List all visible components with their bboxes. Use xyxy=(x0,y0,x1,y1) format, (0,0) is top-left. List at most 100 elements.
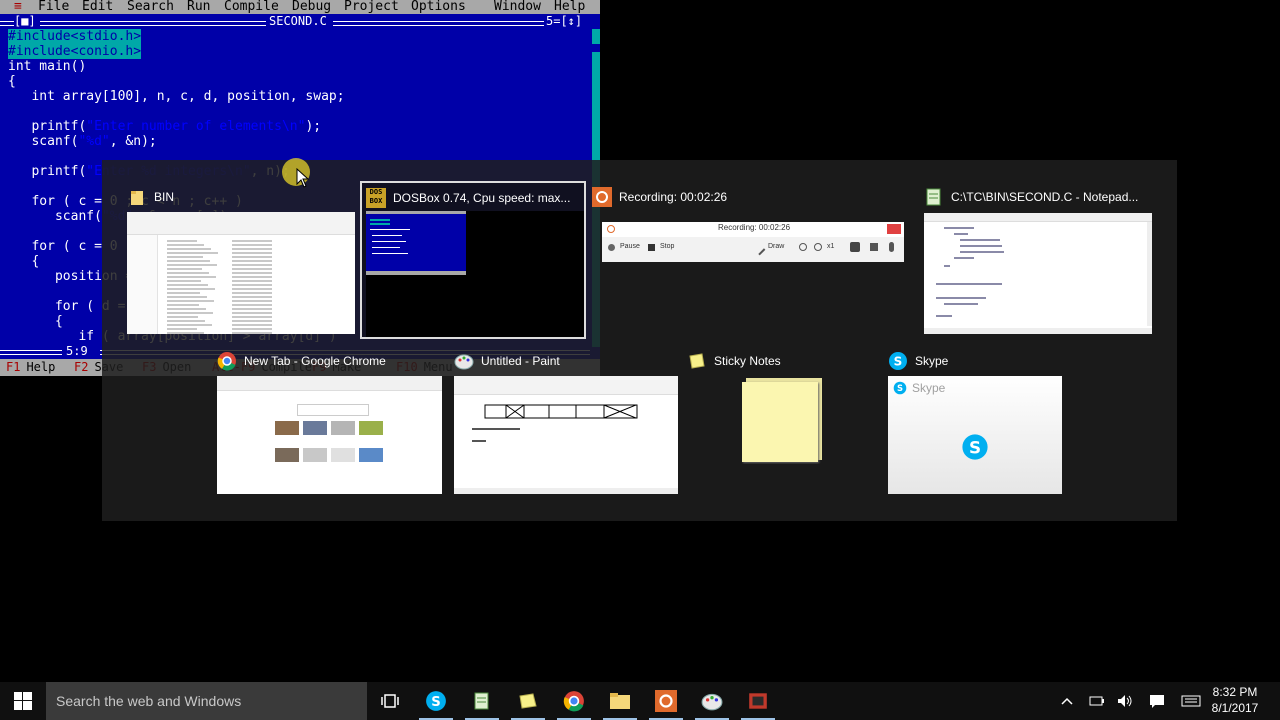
window-zoom-control[interactable]: 5=[↕] xyxy=(546,14,582,29)
zoom-in-icon xyxy=(799,243,807,251)
taskbar-skype[interactable]: S xyxy=(413,682,459,720)
task-window-recording[interactable]: Recording: 00:02:26 Recording: 00:02:26 … xyxy=(592,186,904,266)
notepad-icon xyxy=(926,188,941,206)
task-window-sticky-notes[interactable]: Sticky Notes xyxy=(687,350,827,496)
task-window-title: Untitled - Paint xyxy=(481,354,560,368)
explorer-file-row xyxy=(232,280,272,282)
show-hidden-icons[interactable] xyxy=(1056,682,1078,720)
window-close-control[interactable]: [■] xyxy=(14,14,36,29)
function-key: F1 xyxy=(6,360,21,374)
power-tray[interactable] xyxy=(1086,682,1108,720)
skype-thumbnail: S Skype S xyxy=(888,376,1062,494)
sticky-notes-icon xyxy=(689,353,705,369)
input-indicator[interactable] xyxy=(1178,682,1204,720)
notepad-text-line xyxy=(944,265,950,267)
task-window-title: Recording: 00:02:26 xyxy=(619,190,728,204)
string-literal: "Enter number of elements\n" xyxy=(86,119,306,134)
scrollbar-thumb[interactable] xyxy=(592,44,600,52)
explorer-file-row xyxy=(167,324,212,326)
code-text: , &n); xyxy=(109,134,157,149)
battery-icon xyxy=(1089,696,1104,706)
explorer-file-row xyxy=(232,300,272,302)
explorer-file-row xyxy=(232,268,272,270)
explorer-file-row xyxy=(232,272,272,274)
skype-icon: S xyxy=(426,691,446,711)
frame-line xyxy=(40,21,266,26)
paint-array-drawing xyxy=(484,404,638,419)
volume-tray[interactable] xyxy=(1114,682,1136,720)
explorer-file-row xyxy=(232,292,272,294)
code-line: int main() xyxy=(8,59,86,74)
explorer-file-row xyxy=(167,300,214,302)
menu-project[interactable]: Project xyxy=(344,0,399,14)
function-key: F2 xyxy=(74,360,89,374)
notification-icon xyxy=(1150,695,1164,708)
menu-window[interactable]: Window xyxy=(494,0,541,14)
action-center[interactable] xyxy=(1145,682,1169,720)
code-line: { xyxy=(8,254,39,269)
menu-edit[interactable]: Edit xyxy=(82,0,113,14)
clock-date: 8/1/2017 xyxy=(1211,701,1259,715)
frame-line xyxy=(0,350,62,355)
menu-options[interactable]: Options xyxy=(411,0,466,14)
task-view-overlay: BIN DOS BOX DOSBox 0.74, Cpu speed: max.… xyxy=(102,160,1177,521)
task-window-skype[interactable]: S Skype S Skype S xyxy=(888,350,1062,496)
task-window-paint[interactable]: Untitled - Paint xyxy=(454,350,678,496)
recorder-title: Recording: 00:02:26 xyxy=(718,223,791,232)
code-line: printf("Enter number of elements\n"); xyxy=(8,119,321,134)
keyboard-icon xyxy=(1181,695,1201,707)
explorer-file-row xyxy=(167,292,200,294)
clock-time: 8:32 PM xyxy=(1212,685,1258,699)
preprocessor-directive: #include<conio.h> xyxy=(8,44,142,59)
notepad-thumbnail xyxy=(924,213,1152,334)
explorer-file-row xyxy=(232,252,272,254)
preprocessor-directive: #include<stdio.h> xyxy=(8,29,142,44)
svg-text:S: S xyxy=(894,355,903,369)
stop-icon xyxy=(648,244,655,251)
explorer-file-row xyxy=(167,264,217,266)
menu-search[interactable]: Search xyxy=(127,0,174,14)
search-box[interactable]: Search the web and Windows xyxy=(46,682,367,720)
explorer-file-row xyxy=(167,252,218,254)
menu-run[interactable]: Run xyxy=(187,0,210,14)
taskbar-sticky-notes[interactable] xyxy=(505,682,551,720)
explorer-file-row xyxy=(232,320,272,322)
code-line: #include<stdio.h> xyxy=(8,29,142,44)
menu-compile[interactable]: Compile xyxy=(224,0,279,14)
function-key-label: Help xyxy=(26,360,56,374)
frame-line xyxy=(0,21,14,26)
taskbar-paint[interactable] xyxy=(689,682,735,720)
clock[interactable]: 8:32 PM 8/1/2017 xyxy=(1209,684,1261,716)
task-window-chrome[interactable]: New Tab - Google Chrome xyxy=(217,350,442,496)
chrome-icon xyxy=(563,691,584,712)
explorer-file-row xyxy=(167,268,202,270)
explorer-file-row xyxy=(232,312,272,314)
taskbar-notepad[interactable] xyxy=(459,682,505,720)
code-text: scanf( xyxy=(8,134,79,149)
mouse-pointer-icon xyxy=(296,168,310,188)
menu-debug[interactable]: Debug xyxy=(292,0,331,14)
taskbar-dosbox[interactable] xyxy=(735,682,781,720)
task-view-button[interactable] xyxy=(367,682,413,720)
taskbar-recorder[interactable] xyxy=(643,682,689,720)
taskbar-file-explorer[interactable] xyxy=(597,682,643,720)
explorer-file-row xyxy=(232,316,272,318)
menu-help[interactable]: Help xyxy=(554,0,585,14)
task-window-notepad[interactable]: C:\TC\BIN\SECOND.C - Notepad... xyxy=(924,186,1152,336)
taskbar-chrome[interactable] xyxy=(551,682,597,720)
task-window-title: New Tab - Google Chrome xyxy=(244,354,386,368)
microphone-icon xyxy=(889,242,894,252)
task-window-title: C:\TC\BIN\SECOND.C - Notepad... xyxy=(951,190,1139,204)
code-text: ); xyxy=(305,119,322,134)
start-button[interactable] xyxy=(0,682,46,720)
task-window-dosbox[interactable]: DOS BOX DOSBox 0.74, Cpu speed: max... xyxy=(360,181,586,339)
function-key-hint[interactable]: F1 Help xyxy=(6,359,55,376)
system-menu-icon[interactable]: ≡ xyxy=(14,0,22,14)
explorer-file-row xyxy=(232,304,272,306)
code-line: scanf("%d", &n); xyxy=(8,134,157,149)
editor-file-title: SECOND.C xyxy=(269,14,327,28)
dos-mini-screen xyxy=(366,211,466,275)
dosbox-icon xyxy=(749,693,767,709)
menu-file[interactable]: File xyxy=(38,0,69,14)
task-window-bin[interactable]: BIN xyxy=(127,186,355,336)
